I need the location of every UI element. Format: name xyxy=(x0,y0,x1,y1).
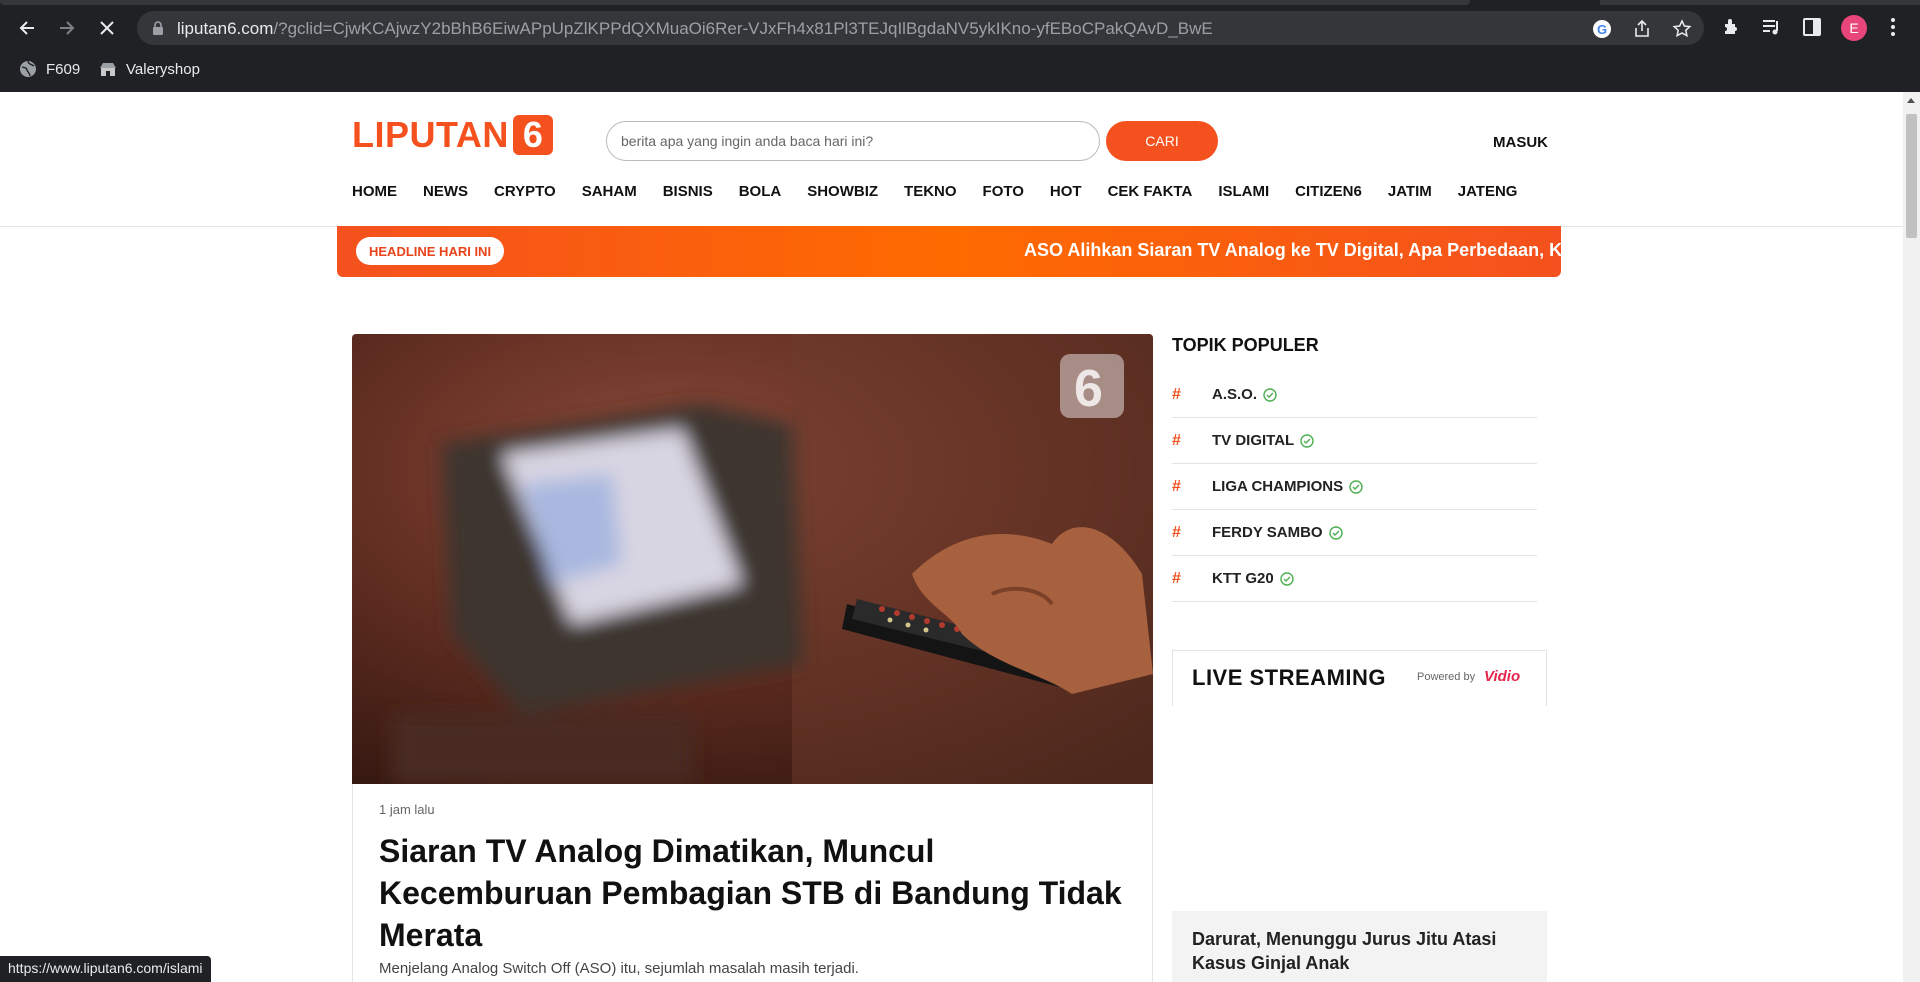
topik-label: LIGA CHAMPIONS xyxy=(1212,478,1344,495)
nav-tekno[interactable]: TEKNO xyxy=(904,183,957,200)
nav-showbiz[interactable]: SHOWBIZ xyxy=(807,183,878,200)
headline-ticker-bar: HEADLINE HARI INI ASO Alihkan Siaran TV … xyxy=(337,226,1561,277)
verified-check-icon xyxy=(1279,571,1294,586)
hero-image[interactable]: 6 xyxy=(352,334,1153,784)
hash-icon: # xyxy=(1172,431,1181,449)
lock-icon xyxy=(153,21,163,35)
google-lens-icon[interactable]: G xyxy=(1592,19,1612,39)
nav-home[interactable]: HOME xyxy=(352,183,397,200)
close-icon xyxy=(100,21,114,35)
page-scrollbar[interactable] xyxy=(1903,92,1920,982)
stop-loading-button[interactable] xyxy=(91,12,123,44)
live-streaming-heading: LIVE STREAMING xyxy=(1192,665,1387,690)
forward-button[interactable] xyxy=(51,12,83,44)
nav-citizen6[interactable]: CITIZEN6 xyxy=(1295,183,1362,200)
search-button[interactable]: CARI xyxy=(1106,121,1218,161)
url-path: /?gclid=CjwKCAjwzY2bBhB6EiwAPpUpZlKPPdQX… xyxy=(273,19,1213,38)
globe-icon xyxy=(19,60,37,78)
main-nav: HOME NEWS CRYPTO SAHAM BISNIS BOLA SHOWB… xyxy=(352,183,1517,200)
topik-populer-list: # A.S.O. # TV DIGITAL # LIGA CHAMPIONS #… xyxy=(1172,372,1537,602)
logo-number: 6 xyxy=(512,114,553,155)
hash-icon: # xyxy=(1172,523,1181,541)
logo-word: LIPUTAN xyxy=(352,114,509,155)
svg-text:6: 6 xyxy=(1074,360,1103,418)
sidebar-article-title[interactable]: Darurat, Menunggu Jurus Jitu Atasi Kasus… xyxy=(1192,927,1532,975)
topik-item-ferdy-sambo[interactable]: # FERDY SAMBO xyxy=(1172,510,1537,556)
url-host: liputan6.com xyxy=(177,19,274,38)
bookmark-label: F609 xyxy=(46,60,81,78)
active-tab-edge[interactable] xyxy=(0,0,1470,5)
article-title[interactable]: Siaran TV Analog Dimatikan, Muncul Kecem… xyxy=(379,830,1139,956)
nav-news[interactable]: NEWS xyxy=(423,183,468,200)
verified-check-icon xyxy=(1263,387,1277,402)
address-bar[interactable]: liputan6.com/?gclid=CjwKCAjwzY2bBhB6EiwA… xyxy=(137,11,1704,45)
side-panel-icon[interactable] xyxy=(1800,15,1824,39)
live-streaming-widget: LIVE STREAMING Powered by Vidio xyxy=(1172,650,1547,706)
forward-arrow-icon xyxy=(60,21,75,35)
nav-saham[interactable]: SAHAM xyxy=(582,183,637,200)
topik-item-ktt-g20[interactable]: # KTT G20 xyxy=(1172,556,1537,602)
nav-jateng[interactable]: JATENG xyxy=(1458,183,1518,200)
shop-icon xyxy=(99,60,117,78)
inactive-tab-edge[interactable] xyxy=(1600,0,1920,5)
sidebar-article-card[interactable]: Darurat, Menunggu Jurus Jitu Atasi Kasus… xyxy=(1172,911,1547,982)
scroll-up-arrow-icon[interactable] xyxy=(1907,98,1915,103)
article-timestamp: 1 jam lalu xyxy=(379,802,435,817)
link-status-bar: https://www.liputan6.com/islami xyxy=(0,956,211,982)
verified-check-icon xyxy=(1349,479,1363,494)
web-page: LIPUTAN 6 CARI MASUK HOME NEWS CRYPTO SA… xyxy=(0,92,1903,982)
bookmark-valeryshop[interactable]: Valeryshop xyxy=(99,58,200,80)
verified-check-icon xyxy=(1300,433,1314,448)
vidio-logo[interactable]: Vidio xyxy=(1484,668,1520,685)
profile-avatar[interactable]: E xyxy=(1841,15,1867,41)
tv-remote-photo: 6 xyxy=(352,334,1153,784)
tab-strip xyxy=(0,0,1920,6)
article-summary: Menjelang Analog Switch Off (ASO) itu, s… xyxy=(379,960,859,977)
url-text[interactable]: liputan6.com/?gclid=CjwKCAjwzY2bBhB6EiwA… xyxy=(177,19,1213,39)
star-icon[interactable] xyxy=(1672,19,1692,39)
media-control-icon[interactable] xyxy=(1760,15,1784,39)
nav-bola[interactable]: BOLA xyxy=(739,183,782,200)
search-input[interactable] xyxy=(606,121,1100,161)
login-link[interactable]: MASUK xyxy=(1493,134,1548,151)
headline-ticker-text[interactable]: ASO Alihkan Siaran TV Analog ke TV Digit… xyxy=(1024,240,1561,261)
back-button[interactable] xyxy=(11,12,43,44)
powered-by-label: Powered by xyxy=(1417,671,1476,683)
topik-populer-heading: TOPIK POPULER xyxy=(1172,335,1319,355)
topik-label: A.S.O. xyxy=(1212,386,1258,403)
svg-text:G: G xyxy=(1597,22,1607,37)
scrollbar-thumb[interactable] xyxy=(1906,114,1917,238)
topik-item-aso[interactable]: # A.S.O. xyxy=(1172,372,1537,418)
hash-icon: # xyxy=(1172,385,1181,403)
nav-jatim[interactable]: JATIM xyxy=(1388,183,1432,200)
extensions-icon[interactable] xyxy=(1720,15,1744,39)
verified-check-icon xyxy=(1328,525,1343,540)
more-menu-icon[interactable] xyxy=(1881,15,1905,39)
topik-item-tv-digital[interactable]: # TV DIGITAL xyxy=(1172,418,1537,464)
nav-islami[interactable]: ISLAMI xyxy=(1218,183,1269,200)
nav-foto[interactable]: FOTO xyxy=(983,183,1024,200)
topik-label: TV DIGITAL xyxy=(1212,432,1295,449)
share-icon[interactable] xyxy=(1632,19,1652,39)
topik-label: FERDY SAMBO xyxy=(1212,524,1323,541)
nav-hot[interactable]: HOT xyxy=(1050,183,1082,200)
browser-chrome: liputan6.com/?gclid=CjwKCAjwzY2bBhB6EiwA… xyxy=(0,0,1920,92)
hero-article-card[interactable]: 1 jam lalu Siaran TV Analog Dimatikan, M… xyxy=(352,784,1153,982)
bookmark-label: Valeryshop xyxy=(126,60,200,78)
hash-icon: # xyxy=(1172,477,1181,495)
topik-label: KTT G20 xyxy=(1212,570,1274,587)
liputan6-logo[interactable]: LIPUTAN 6 xyxy=(352,114,553,155)
nav-crypto[interactable]: CRYPTO xyxy=(494,183,556,200)
nav-cek-fakta[interactable]: CEK FAKTA xyxy=(1108,183,1193,200)
topik-item-liga-champions[interactable]: # LIGA CHAMPIONS xyxy=(1172,464,1537,510)
hash-icon: # xyxy=(1172,569,1181,587)
bookmark-f609[interactable]: F609 xyxy=(19,58,80,80)
back-arrow-icon xyxy=(19,21,34,35)
headline-badge[interactable]: HEADLINE HARI INI xyxy=(356,237,505,265)
nav-bisnis[interactable]: BISNIS xyxy=(663,183,713,200)
